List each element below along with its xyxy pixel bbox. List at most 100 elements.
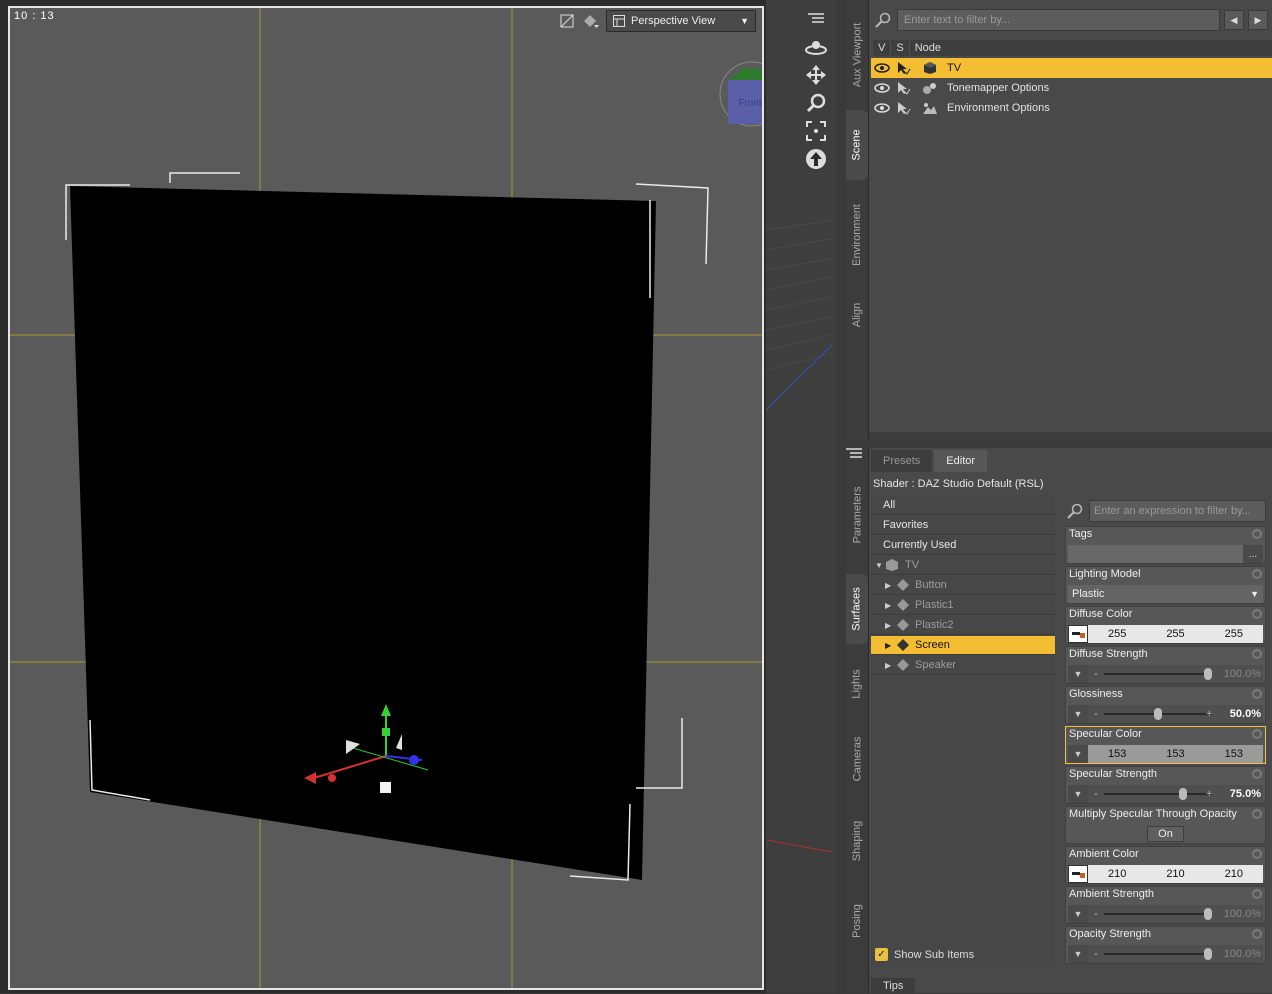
param-filter-input[interactable]: Enter an expression to filter by... xyxy=(1089,500,1266,522)
draw-style-icon[interactable] xyxy=(558,12,576,30)
tags-field[interactable] xyxy=(1068,545,1243,563)
multiply-specular-toggle[interactable]: On xyxy=(1147,826,1184,842)
surface-item-label: Speaker xyxy=(915,659,956,671)
specular-color-values[interactable]: 153 153 153 xyxy=(1088,745,1263,763)
tab-editor[interactable]: Editor xyxy=(934,450,988,472)
glossiness-slider[interactable]: - +50.0% xyxy=(1088,705,1263,723)
cursor-check-icon[interactable] xyxy=(893,61,915,75)
gear-icon[interactable] xyxy=(1252,689,1262,699)
render-settings-icon[interactable] xyxy=(582,12,600,30)
pane-splitter[interactable] xyxy=(869,432,1272,440)
surface-item-plastic1[interactable]: ▶ Plastic1 xyxy=(871,596,1055,615)
surface-root-tv[interactable]: ▼ TV xyxy=(871,556,1055,575)
cursor-check-icon[interactable] xyxy=(893,101,915,115)
arrow-left-icon[interactable]: ◀ xyxy=(1224,10,1244,30)
specular-strength-slider[interactable]: - +75.0% xyxy=(1088,785,1263,803)
surface-item-screen[interactable]: ▶ Screen xyxy=(871,636,1055,655)
viewport-3d[interactable]: Front 10 : 13 Perspective View ▼ xyxy=(0,0,836,993)
surface-item-button[interactable]: ▶ Button xyxy=(871,576,1055,595)
scene-node-tonemapper[interactable]: Tonemapper Options xyxy=(871,78,1272,98)
scene-filter-input[interactable]: Enter text to filter by... xyxy=(897,9,1220,31)
group-favorites[interactable]: Favorites xyxy=(871,516,1055,535)
gear-icon[interactable] xyxy=(1252,929,1262,939)
gear-icon[interactable] xyxy=(1252,809,1262,819)
checkmark-icon[interactable]: ✓ xyxy=(875,948,888,961)
tab-aux-viewport[interactable]: Aux Viewport xyxy=(846,10,868,100)
chevron-down-icon[interactable]: ▼ xyxy=(1068,705,1088,723)
material-icon xyxy=(897,639,909,651)
viewport-canvas[interactable]: Front 10 : 13 Perspective View ▼ xyxy=(8,6,764,990)
gear-icon[interactable] xyxy=(1252,889,1262,899)
environment-icon xyxy=(919,101,941,115)
texture-swatch-icon[interactable] xyxy=(1068,865,1088,883)
chevron-down-icon[interactable]: ▼ xyxy=(1068,945,1088,963)
eye-icon[interactable] xyxy=(871,83,893,93)
material-icon xyxy=(897,599,909,611)
menu-lines-icon[interactable] xyxy=(804,8,828,30)
eye-icon[interactable] xyxy=(871,103,893,113)
chevron-right-icon[interactable]: ▶ xyxy=(885,601,895,610)
header-node[interactable]: Node xyxy=(910,42,946,54)
tab-scene[interactable]: Scene xyxy=(846,110,868,180)
slider-knob[interactable] xyxy=(1179,788,1187,800)
texture-swatch-icon[interactable] xyxy=(1068,625,1088,643)
chevron-down-icon[interactable]: ▼ xyxy=(1068,785,1088,803)
ambient-strength-slider[interactable]: -100.0% xyxy=(1088,905,1263,923)
side-tabs-bottom: Parameters Surfaces Lights Cameras Shapi… xyxy=(846,446,868,993)
gear-icon[interactable] xyxy=(1252,729,1262,739)
surface-item-plastic2[interactable]: ▶ Plastic2 xyxy=(871,616,1055,635)
scene-node-tv[interactable]: TV xyxy=(871,58,1272,78)
tab-surfaces[interactable]: Surfaces xyxy=(846,574,868,644)
cursor-check-icon[interactable] xyxy=(893,81,915,95)
tab-shaping[interactable]: Shaping xyxy=(846,806,868,876)
diffuse-color-values[interactable]: 255 255 255 xyxy=(1088,625,1263,643)
aim-icon[interactable] xyxy=(804,148,828,170)
group-all[interactable]: All xyxy=(871,496,1055,515)
orbit-icon[interactable] xyxy=(804,36,828,58)
tab-presets[interactable]: Presets xyxy=(871,450,933,472)
zoom-icon[interactable] xyxy=(804,92,828,114)
diffuse-strength-slider[interactable]: -100.0% xyxy=(1088,665,1263,683)
header-visible[interactable]: V xyxy=(873,42,892,54)
tab-posing[interactable]: Posing xyxy=(846,886,868,956)
chevron-right-icon[interactable]: ▶ xyxy=(885,581,895,590)
slider-knob[interactable] xyxy=(1204,948,1212,960)
group-currently-used[interactable]: Currently Used xyxy=(871,536,1055,555)
opacity-strength-slider[interactable]: -100.0% xyxy=(1088,945,1263,963)
arrow-right-icon[interactable]: ▶ xyxy=(1248,10,1268,30)
ambient-color-values[interactable]: 210 210 210 xyxy=(1088,865,1263,883)
chevron-down-icon[interactable]: ▼ xyxy=(1068,905,1088,923)
chevron-right-icon[interactable]: ▶ xyxy=(885,641,895,650)
tags-more-button[interactable]: ... xyxy=(1243,545,1263,563)
chevron-right-icon[interactable]: ▶ xyxy=(885,621,895,630)
eye-icon[interactable] xyxy=(871,63,893,73)
pane-menu-icon[interactable] xyxy=(846,448,864,464)
tab-environment[interactable]: Environment xyxy=(846,190,868,280)
frame-icon[interactable] xyxy=(804,120,828,142)
pan-icon[interactable] xyxy=(804,64,828,86)
chevron-right-icon[interactable]: ▶ xyxy=(885,661,895,670)
gear-icon[interactable] xyxy=(1252,649,1262,659)
camera-select-dropdown[interactable]: Perspective View ▼ xyxy=(606,10,756,32)
scene-node-environment[interactable]: Environment Options xyxy=(871,98,1272,118)
show-sub-items[interactable]: ✓ Show Sub Items xyxy=(875,948,974,961)
chevron-down-icon[interactable]: ▼ xyxy=(1068,745,1088,763)
tab-tips[interactable]: Tips xyxy=(871,978,916,994)
tab-lights[interactable]: Lights xyxy=(846,654,868,714)
chevron-down-icon[interactable]: ▼ xyxy=(875,561,885,570)
gear-icon[interactable] xyxy=(1252,529,1262,539)
chevron-down-icon[interactable]: ▼ xyxy=(1068,665,1088,683)
lighting-model-select[interactable]: Plastic ▼ xyxy=(1068,585,1263,603)
gear-icon[interactable] xyxy=(1252,569,1262,579)
gear-icon[interactable] xyxy=(1252,609,1262,619)
header-selectable[interactable]: S xyxy=(891,42,910,54)
slider-knob[interactable] xyxy=(1204,668,1212,680)
tab-cameras[interactable]: Cameras xyxy=(846,724,868,794)
tab-parameters[interactable]: Parameters xyxy=(846,470,868,560)
tab-align[interactable]: Align xyxy=(846,290,868,340)
surface-item-speaker[interactable]: ▶ Speaker xyxy=(871,656,1055,675)
slider-knob[interactable] xyxy=(1204,908,1212,920)
slider-knob[interactable] xyxy=(1154,708,1162,720)
gear-icon[interactable] xyxy=(1252,769,1262,779)
gear-icon[interactable] xyxy=(1252,849,1262,859)
